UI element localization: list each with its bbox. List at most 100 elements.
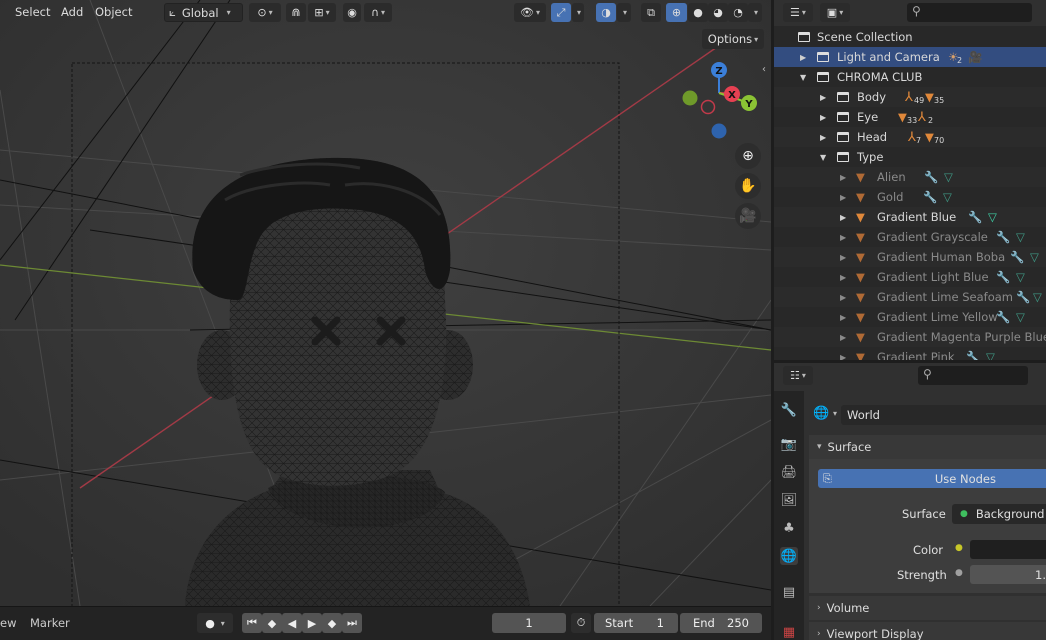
proportional-edit-toggle[interactable]: ◉ xyxy=(343,3,361,22)
camera-view-icon[interactable]: 🎥 xyxy=(735,203,761,229)
tool-tab-icon[interactable]: 🔧 xyxy=(780,401,798,419)
outliner-row-eye[interactable]: ▶ Eye ▼ 33 ⅄ 2 xyxy=(774,107,1046,127)
current-frame-field[interactable]: 1 xyxy=(492,613,566,633)
world-selector[interactable]: 🌐 ▾ World xyxy=(809,403,1046,427)
filter-dropdown[interactable]: ▣ ▾ xyxy=(820,3,850,22)
menu-object[interactable]: Object xyxy=(95,5,132,19)
collection-tab-icon[interactable]: ▤ xyxy=(780,583,798,601)
next-keyframe-button[interactable]: ◆ xyxy=(322,613,342,633)
expand-arrow-icon[interactable]: ▶ xyxy=(840,353,846,361)
marker-menu[interactable]: Marker xyxy=(30,616,70,630)
shading-wireframe-button[interactable]: ⊕ xyxy=(666,3,687,22)
overlays-toggle[interactable]: ◑ xyxy=(596,3,616,22)
outliner-row-head[interactable]: ▶ Head ⅄ 7 ▼ 70 xyxy=(774,127,1046,147)
viewport-display-panel-header[interactable]: › Viewport Display xyxy=(809,622,1046,640)
xray-toggle[interactable]: ⧉ xyxy=(641,3,661,22)
surface-shader-field[interactable]: ● Background xyxy=(952,504,1046,524)
falloff-button[interactable]: ∩ ▾ xyxy=(364,3,392,22)
properties-search-input[interactable]: ⚲ xyxy=(918,366,1028,385)
navigation-gizmo[interactable]: Z X Y xyxy=(675,58,765,144)
expand-arrow-icon[interactable]: ▶ xyxy=(840,253,846,262)
display-mode-dropdown[interactable]: ☰ ▾ xyxy=(783,3,813,22)
end-label: End xyxy=(693,616,715,630)
outliner-row-gradient-light-blue[interactable]: ▶ ▼ Gradient Light Blue 🔧 ▽ xyxy=(774,267,1046,287)
volume-panel-header[interactable]: › Volume xyxy=(809,596,1046,620)
row-label: Gradient Light Blue xyxy=(877,270,989,284)
visibility-button[interactable]: 👁 ▾ xyxy=(514,3,546,22)
outliner-row-light-and-camera[interactable]: ▶ Light and Camera ☀ 2 🎥 xyxy=(774,47,1046,67)
editor-type-dropdown[interactable]: ☷ ▾ xyxy=(783,366,813,385)
collapse-arrow-icon[interactable]: ▼ xyxy=(820,153,826,162)
shading-solid-button[interactable]: ● xyxy=(688,3,708,22)
transform-orientation-dropdown[interactable]: ⟀ Global ▾ xyxy=(164,3,243,22)
view-menu[interactable]: ew xyxy=(0,616,16,630)
outliner-row-gradient-human-boba[interactable]: ▶ ▼ Gradient Human Boba 🔧 ▽ xyxy=(774,247,1046,267)
expand-arrow-icon[interactable]: ▶ xyxy=(840,193,846,202)
shading-dropdown[interactable]: ▾ xyxy=(748,3,762,22)
wrench-icon: 🔧 xyxy=(1016,290,1031,304)
outliner-row-gradient-lime-seafoam[interactable]: ▶ ▼ Gradient Lime Seafoam 🔧 ▽ xyxy=(774,287,1046,307)
collapse-arrow-icon[interactable]: ▼ xyxy=(800,73,806,82)
outliner-row-gold[interactable]: ▶ ▼ Gold 🔧 ▽ xyxy=(774,187,1046,207)
shading-rendered-button[interactable]: ◔ xyxy=(728,3,748,22)
outliner-row-gradient-magenta-purple-blue[interactable]: ▶ ▼ Gradient Magenta Purple Blue xyxy=(774,327,1046,347)
overlays-dropdown[interactable]: ▾ xyxy=(617,3,631,22)
expand-arrow-icon[interactable]: ▶ xyxy=(840,173,846,182)
scene-tab-icon[interactable]: ♣ xyxy=(780,519,798,537)
row-label: Gradient Blue xyxy=(877,210,957,224)
prev-keyframe-button[interactable]: ◆ xyxy=(262,613,282,633)
menu-add[interactable]: Add xyxy=(61,5,83,19)
world-name-field[interactable]: World xyxy=(841,405,1046,425)
zoom-icon[interactable]: ⊕ xyxy=(735,143,761,169)
expand-arrow-icon[interactable]: ▶ xyxy=(820,113,826,122)
options-button[interactable]: Options ▾ xyxy=(702,29,764,49)
expand-arrow-icon[interactable]: ▶ xyxy=(840,293,846,302)
outliner-row-body[interactable]: ▶ Body ⅄ 49 ▼ 35 xyxy=(774,87,1046,107)
outliner-row-gradient-grayscale[interactable]: ▶ ▼ Gradient Grayscale 🔧 ▽ xyxy=(774,227,1046,247)
outliner-search-input[interactable]: ⚲ xyxy=(907,3,1032,22)
preview-range-toggle[interactable]: ⏱ xyxy=(571,613,591,633)
output-tab-icon[interactable]: 🖨 xyxy=(780,463,798,481)
expand-arrow-icon[interactable]: ▶ xyxy=(840,233,846,242)
render-tab-icon[interactable]: 📷 xyxy=(780,435,798,453)
expand-arrow-icon[interactable]: ▶ xyxy=(840,333,846,342)
expand-arrow-icon[interactable]: ▶ xyxy=(800,53,806,62)
jump-start-button[interactable]: ⏮ xyxy=(242,613,262,633)
jump-end-button[interactable]: ⏭ xyxy=(342,613,362,633)
play-button[interactable]: ▶ xyxy=(302,613,322,633)
snap-target-button[interactable]: ⊞ ▾ xyxy=(308,3,336,22)
end-frame-field[interactable]: End 250 xyxy=(680,613,762,633)
gizmo-toggle[interactable]: ⤢ xyxy=(551,3,571,22)
play-reverse-button[interactable]: ◀ xyxy=(282,613,302,633)
use-nodes-button[interactable]: ⎘ Use Nodes xyxy=(818,469,1046,488)
expand-arrow-icon[interactable]: ▶ xyxy=(820,133,826,142)
strength-field[interactable]: 1. xyxy=(970,565,1046,584)
magnet-icon: ⋒ xyxy=(291,6,301,19)
outliner-row-gradient-lime-yellow[interactable]: ▶ ▼ Gradient Lime Yellow 🔧 ▽ xyxy=(774,307,1046,327)
expand-arrow-icon[interactable]: ▶ xyxy=(840,213,846,222)
pan-hand-icon[interactable]: ✋ xyxy=(735,173,761,199)
outliner-row-gradient-blue[interactable]: ▶ ▼ Gradient Blue 🔧 ▽ xyxy=(774,207,1046,227)
gizmo-dropdown[interactable]: ▾ xyxy=(572,3,584,22)
expand-arrow-icon[interactable]: ▶ xyxy=(820,93,826,102)
start-frame-field[interactable]: Start 1 xyxy=(594,613,678,633)
expand-arrow-icon[interactable]: ▶ xyxy=(840,273,846,282)
strength-value: 1. xyxy=(1035,567,1046,582)
expand-arrow-icon[interactable]: ▶ xyxy=(840,313,846,322)
menu-select[interactable]: Select xyxy=(15,5,50,19)
outliner-row-alien[interactable]: ▶ ▼ Alien 🔧 ▽ xyxy=(774,167,1046,187)
scene-collection-row[interactable]: Scene Collection xyxy=(774,27,1046,47)
keying-button[interactable]: ● ▾ xyxy=(197,613,233,633)
pivot-point-button[interactable]: ⊙ ▾ xyxy=(249,3,281,22)
outliner-row-gradient-pink[interactable]: ▶ ▼ Gradient Pink 🔧 ▽ xyxy=(774,347,1046,360)
outliner-row-type[interactable]: ▼ Type xyxy=(774,147,1046,167)
snap-toggle[interactable]: ⋒ xyxy=(286,3,306,22)
surface-panel-header[interactable]: ▾ Surface xyxy=(809,435,1046,459)
world-tab-icon[interactable]: 🌐 xyxy=(780,547,798,565)
color-swatch[interactable] xyxy=(970,540,1046,559)
3d-viewport[interactable]: Select Add Object ⟀ Global ▾ ⊙ ▾ ⋒ ⊞ ▾ ◉ ∩… xyxy=(0,0,771,606)
texture-tab-icon[interactable]: ▦ xyxy=(780,623,798,640)
outliner-row-chroma-club[interactable]: ▼ CHROMA CLUB xyxy=(774,67,1046,87)
view-layer-tab-icon[interactable]: 🖼 xyxy=(780,491,798,509)
shading-material-button[interactable]: ◕ xyxy=(708,3,728,22)
